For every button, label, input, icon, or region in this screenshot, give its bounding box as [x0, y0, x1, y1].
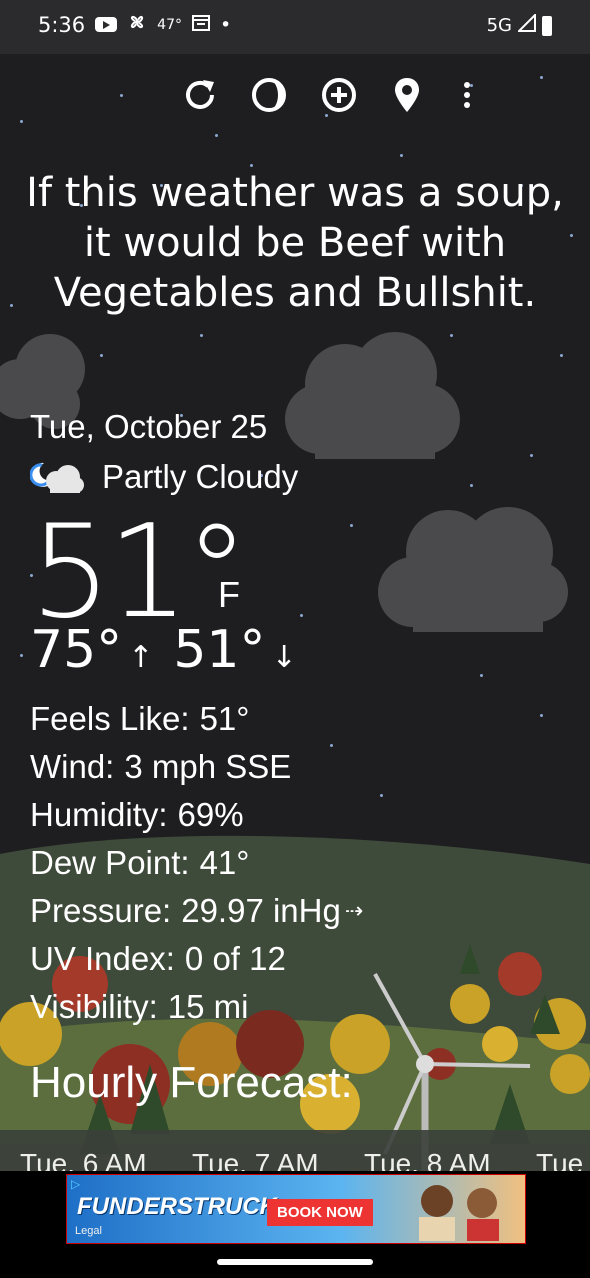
condition-label: Partly Cloudy [102, 458, 299, 495]
network-type: 5G [486, 15, 512, 36]
status-temp: 47° [157, 16, 182, 33]
ad-banner[interactable]: ▷ FUNDERSTRUCK BOOK NOW Legal [66, 1174, 526, 1244]
low-temp: 51° [173, 620, 266, 680]
overflow-menu-button[interactable] [446, 74, 488, 116]
detail-value: 3 mph SSE [124, 748, 292, 785]
detail-value: 15 mi [167, 988, 249, 1025]
detail-label: Visibility: [30, 988, 158, 1025]
weather-details: Feels Like: 51° Wind: 3 mph SSE Humidity… [30, 695, 363, 1031]
ad-bar: ▷ FUNDERSTRUCK BOOK NOW Legal [0, 1171, 590, 1278]
more-vert-icon [464, 82, 470, 108]
ad-legal-link[interactable]: Legal [75, 1225, 102, 1237]
uv-index-row: UV Index: 0 of 12 [30, 935, 363, 983]
ad-book-now-button[interactable]: BOOK NOW [267, 1199, 373, 1226]
current-condition: Partly Cloudy [30, 458, 298, 496]
ad-choices-icon[interactable]: ▷ [71, 1177, 80, 1191]
battery-icon [542, 15, 552, 36]
weather-headline: If this weather was a soup, it would be … [26, 170, 564, 316]
hourly-forecast-title: Hourly Forecast: [30, 1058, 353, 1107]
notification-dot: • [220, 13, 232, 36]
location-pin-icon [395, 78, 419, 112]
hour-card[interactable]: Tue [536, 1148, 583, 1171]
pressure-trend-icon: ⇢ [344, 898, 364, 923]
cloud-right [378, 507, 568, 632]
theme-icon [252, 78, 286, 112]
hour-card[interactable]: Tue, 8 AM [364, 1148, 491, 1171]
detail-label: UV Index: [30, 940, 175, 977]
detail-label: Feels Like: [30, 700, 190, 737]
youtube-icon [95, 17, 118, 32]
add-location-icon [322, 78, 356, 112]
high-temp: 75° [30, 620, 123, 680]
status-bar: 5:36 47° • 5G [0, 0, 590, 54]
location-button[interactable] [386, 74, 428, 116]
partly-cloudy-night-icon [30, 462, 84, 493]
detail-value: 51° [199, 700, 250, 737]
detail-value: 0 of 12 [184, 940, 286, 977]
detail-label: Humidity: [30, 796, 168, 833]
humidity-row: Humidity: 69% [30, 791, 363, 839]
high-arrow-icon: ↑ [128, 640, 154, 675]
current-date: Tue, October 25 [30, 408, 268, 445]
signal-icon [516, 12, 536, 37]
detail-label: Pressure: [30, 892, 172, 929]
hour-card[interactable]: Tue, 7 AM [192, 1148, 319, 1171]
calendar-icon [192, 13, 210, 36]
theme-button[interactable] [248, 74, 290, 116]
add-location-button[interactable] [318, 74, 360, 116]
hourly-forecast-strip[interactable]: Tue, 6 AM Tue, 7 AM Tue, 8 AM Tue [0, 1130, 590, 1171]
refresh-button[interactable] [179, 74, 221, 116]
detail-value: 41° [199, 844, 250, 881]
ad-image [419, 1185, 499, 1241]
home-indicator[interactable] [217, 1259, 373, 1265]
feels-like-row: Feels Like: 51° [30, 695, 363, 743]
clock: 5:36 [38, 12, 86, 37]
detail-value: 29.97 inHg [181, 892, 341, 929]
cloud-center [285, 332, 460, 459]
dew-point-row: Dew Point: 41° [30, 839, 363, 887]
detail-value: 69% [177, 796, 244, 833]
wind-row: Wind: 3 mph SSE [30, 743, 363, 791]
detail-label: Wind: [30, 748, 115, 785]
ad-brand: FUNDERSTRUCK [77, 1193, 277, 1220]
temperature-unit: F [218, 574, 240, 615]
detail-label: Dew Point: [30, 844, 190, 881]
low-arrow-icon: ↓ [271, 640, 297, 675]
fan-icon [127, 12, 147, 37]
hour-card[interactable]: Tue, 6 AM [20, 1148, 147, 1171]
refresh-icon [186, 80, 214, 109]
visibility-row: Visibility: 15 mi [30, 983, 363, 1031]
high-low: 75° ↑ 51° ↓ [30, 620, 297, 680]
app-toolbar [186, 74, 590, 116]
pressure-row: Pressure: 29.97 inHg ⇢ [30, 887, 363, 935]
